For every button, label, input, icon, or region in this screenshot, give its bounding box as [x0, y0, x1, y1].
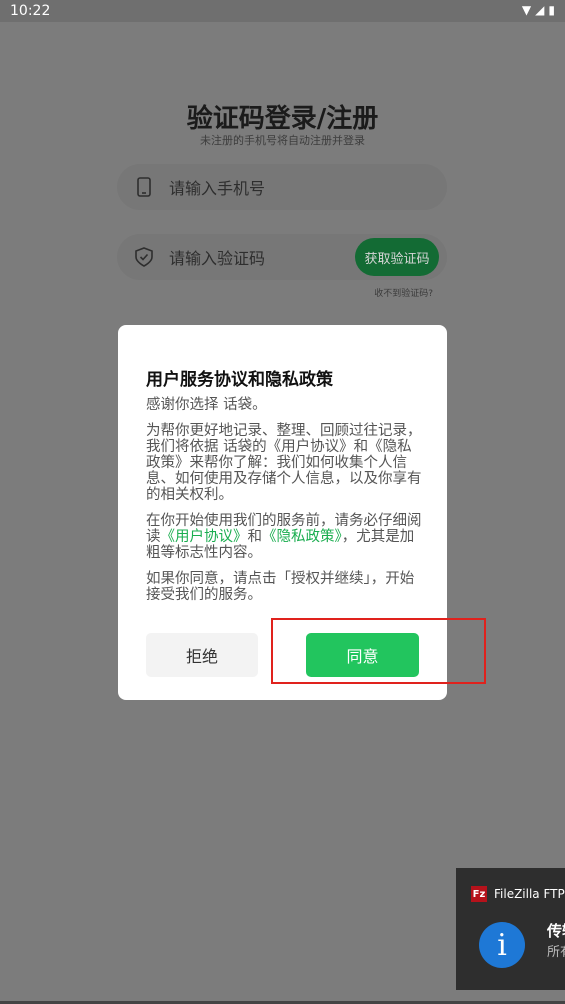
code-input[interactable]: 请输入验证码	[169, 245, 265, 269]
signal-icon: ◢	[535, 3, 545, 17]
user-agreement-link[interactable]: 《用户协议》	[161, 529, 248, 545]
phone-field[interactable]: 请输入手机号	[117, 164, 447, 210]
dialog-p3-and: 和	[247, 529, 263, 545]
status-bar: 10:22 ▼ ◢ ▮	[0, 0, 565, 22]
notification-subtitle: 所有	[547, 945, 565, 960]
shield-icon	[135, 247, 153, 267]
notification-header: Fz FileZilla FTP	[471, 886, 565, 902]
dialog-title: 用户服务协议和隐私政策	[146, 370, 333, 390]
status-time: 10:22	[10, 3, 51, 19]
privacy-policy-link[interactable]: 《隐私政策》	[262, 529, 342, 545]
phone-input[interactable]: 请输入手机号	[169, 175, 265, 199]
no-code-link[interactable]: 收不到验证码?	[374, 286, 433, 299]
status-icons: ▼ ◢ ▮	[522, 3, 555, 17]
dialog-paragraph-1: 感谢你选择 话袋。	[146, 397, 267, 413]
get-code-button[interactable]: 获取验证码	[355, 238, 439, 276]
dialog-body: 感谢你选择 话袋。 为帮你更好地记录、整理、回顾过往记录，我们将依据 话袋的《用…	[146, 397, 422, 613]
notification-app-name: FileZilla FTP	[494, 887, 565, 901]
phone-icon	[135, 177, 153, 197]
dialog-paragraph-3: 在你开始使用我们的服务前，请务必仔细阅读《用户协议》和《隐私政策》，尤其是加粗等…	[146, 513, 422, 561]
reject-button[interactable]: 拒绝	[146, 633, 258, 677]
page-subtitle: 未注册的手机号将自动注册并登录	[200, 134, 365, 147]
filezilla-icon: Fz	[471, 886, 487, 902]
notification-title: 传输	[547, 922, 565, 940]
highlight-box	[271, 618, 486, 684]
dialog-paragraph-2: 为帮你更好地记录、整理、回顾过往记录，我们将依据 话袋的《用户协议》和《隐私政策…	[146, 423, 422, 503]
battery-icon: ▮	[548, 3, 555, 17]
filezilla-notification[interactable]: Fz FileZilla FTP i 传输 所有	[456, 868, 565, 990]
info-icon: i	[479, 922, 525, 968]
wifi-icon: ▼	[521, 3, 532, 17]
dialog-paragraph-4: 如果你同意，请点击「授权并继续」，开始接受我们的服务。	[146, 571, 415, 603]
page-title: 验证码登录/注册	[186, 104, 379, 134]
